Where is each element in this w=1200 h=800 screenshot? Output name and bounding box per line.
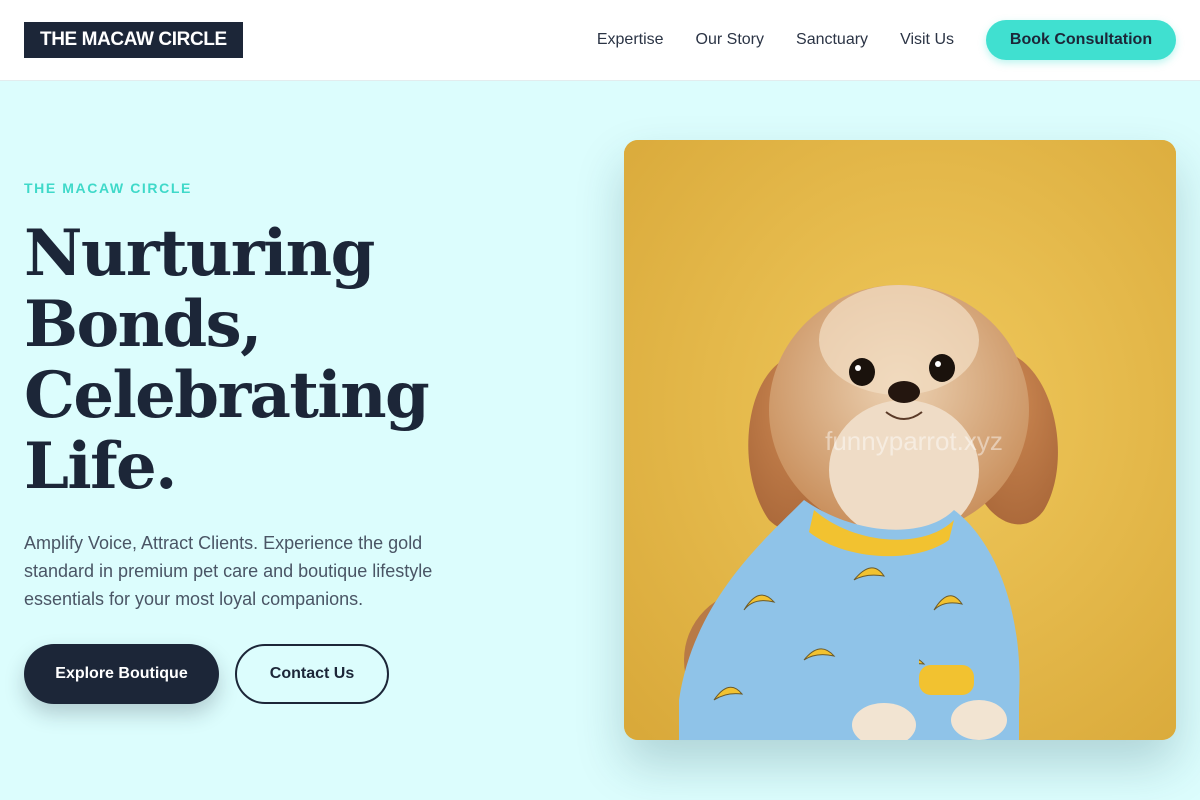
site-logo[interactable]: THE MACAW CIRCLE bbox=[24, 22, 243, 58]
contact-us-button[interactable]: Contact Us bbox=[235, 644, 389, 704]
book-consultation-button[interactable]: Book Consultation bbox=[986, 20, 1176, 60]
hero-eyebrow: THE MACAW CIRCLE bbox=[24, 180, 192, 196]
site-header: THE MACAW CIRCLE Expertise Our Story San… bbox=[0, 0, 1200, 81]
nav-link-expertise[interactable]: Expertise bbox=[597, 31, 664, 49]
explore-boutique-button[interactable]: Explore Boutique bbox=[24, 644, 219, 704]
hero-title: Nurturing Bonds, Celebrating Life. bbox=[24, 216, 430, 504]
hero-dog-photo: funnyparrot.xyz bbox=[624, 140, 1176, 740]
nav-link-visit-us[interactable]: Visit Us bbox=[900, 31, 954, 49]
hero-description: Amplify Voice, Attract Clients. Experien… bbox=[24, 533, 433, 609]
photo-watermark: funnyparrot.xyz bbox=[825, 426, 1003, 456]
nav-link-sanctuary[interactable]: Sanctuary bbox=[796, 31, 868, 49]
nav-link-our-story[interactable]: Our Story bbox=[696, 31, 764, 49]
main-nav: Expertise Our Story Sanctuary Visit Us bbox=[597, 0, 954, 80]
